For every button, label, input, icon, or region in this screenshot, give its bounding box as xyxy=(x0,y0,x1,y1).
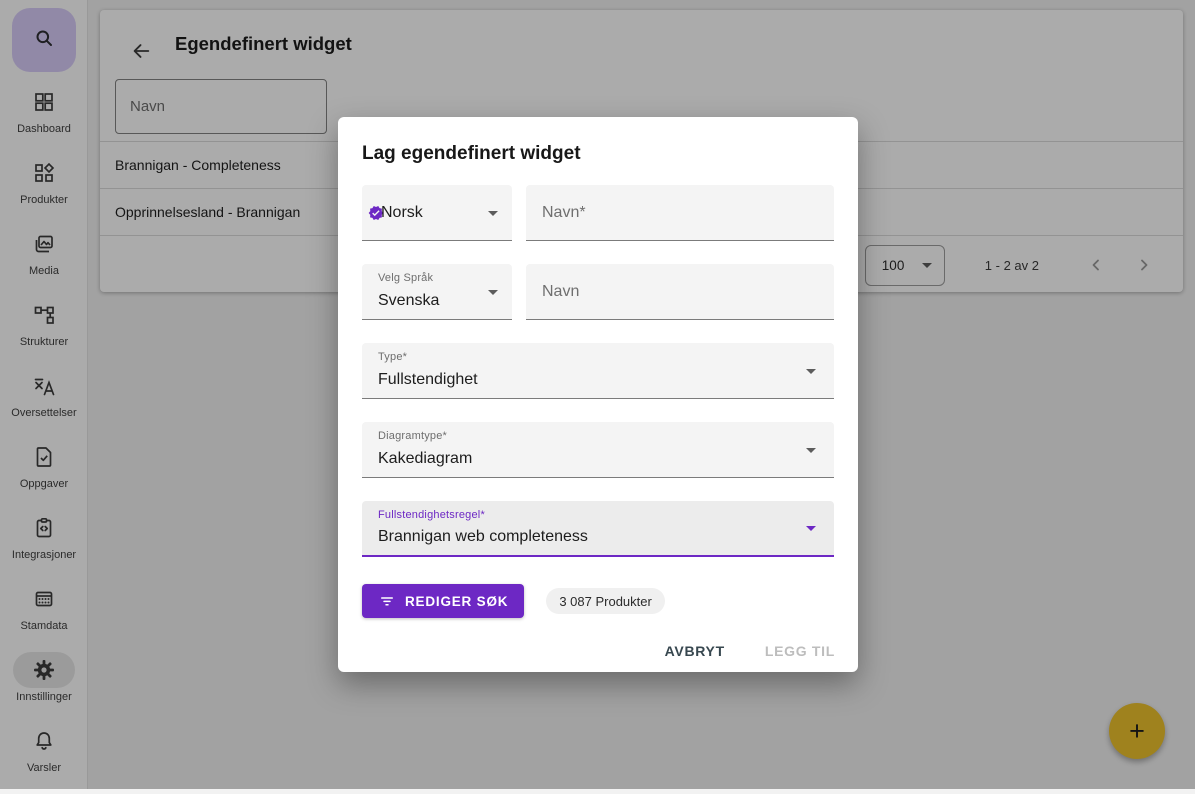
create-custom-widget-dialog: Lag egendefinert widget Norsk Velg Språk… xyxy=(338,117,858,672)
primary-name-field[interactable] xyxy=(526,185,834,241)
dialog-fields: Norsk Velg Språk Svenska Type* Fullstend… xyxy=(362,185,834,580)
completeness-rule-label: Fullstendighetsregel* xyxy=(378,509,485,521)
chevron-down-icon xyxy=(806,526,816,531)
completeness-rule-value: Brannigan web completeness xyxy=(378,528,588,546)
product-count-chip: 3 087 Produkter xyxy=(546,588,665,614)
chevron-down-icon xyxy=(806,369,816,374)
dialog-actions: AVBRYT LEGG TIL xyxy=(659,635,841,667)
chart-type-select[interactable]: Diagramtype* Kakediagram xyxy=(362,422,834,478)
dialog-title: Lag egendefinert widget xyxy=(362,117,834,165)
cancel-button[interactable]: AVBRYT xyxy=(659,635,731,667)
filter-icon xyxy=(378,592,396,610)
chevron-down-icon xyxy=(488,290,498,295)
secondary-name-input[interactable] xyxy=(526,264,834,319)
primary-name-input[interactable] xyxy=(526,185,834,240)
chart-type-value: Kakediagram xyxy=(378,450,472,468)
secondary-name-field[interactable] xyxy=(526,264,834,320)
secondary-language-value: Svenska xyxy=(378,292,439,310)
secondary-language-select[interactable]: Velg Språk Svenska xyxy=(362,264,512,320)
type-label: Type* xyxy=(378,351,407,363)
primary-language-value: Norsk xyxy=(381,204,423,222)
edit-search-button[interactable]: REDIGER SØK xyxy=(362,584,524,618)
chevron-down-icon xyxy=(806,448,816,453)
submit-button[interactable]: LEGG TIL xyxy=(759,635,841,667)
edit-search-label: REDIGER SØK xyxy=(405,594,508,609)
search-actions: REDIGER SØK 3 087 Produkter xyxy=(362,584,665,618)
secondary-language-label: Velg Språk xyxy=(378,272,433,284)
type-select[interactable]: Type* Fullstendighet xyxy=(362,343,834,399)
chart-type-label: Diagramtype* xyxy=(378,430,447,442)
completeness-rule-select[interactable]: Fullstendighetsregel* Brannigan web comp… xyxy=(362,501,834,557)
chevron-down-icon xyxy=(488,211,498,216)
primary-language-select[interactable]: Norsk xyxy=(362,185,512,241)
type-value: Fullstendighet xyxy=(378,371,478,389)
